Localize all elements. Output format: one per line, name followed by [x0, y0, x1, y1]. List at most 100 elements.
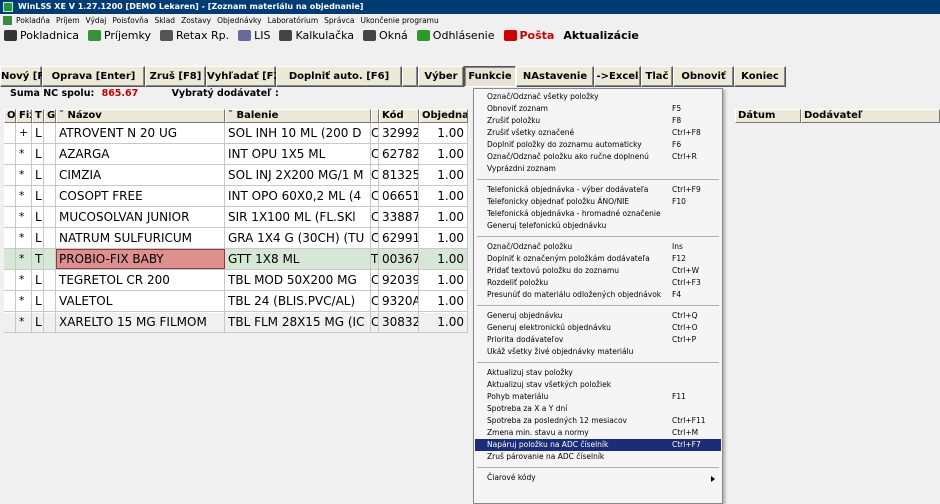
- context-menu-item[interactable]: Telefonická objednávka - hromadné označe…: [475, 208, 721, 220]
- menu-item[interactable]: Zostavy: [181, 16, 211, 25]
- window-title: WinLSS XE V 1.27.1200 [DEMO Lekaren] - […: [18, 2, 364, 11]
- toolbar-button-2[interactable]: Zruš [F8]: [145, 66, 206, 87]
- grid-header[interactable]: ˜ Názov: [56, 109, 225, 123]
- table-row[interactable]: * L TEGRETOL CR 200 TBL MOD 50X200 MG C 92039…: [4, 270, 468, 291]
- quick-receipt-button[interactable]: Príjemky: [87, 27, 151, 45]
- context-menu-label: Napáruj položku na ADC číselník: [487, 440, 609, 449]
- menu-item[interactable]: Ukončenie programu: [360, 16, 438, 25]
- menu-item[interactable]: Príjem: [56, 16, 80, 25]
- context-menu-item[interactable]: Priorita dodávateľov Ctrl+P: [475, 334, 721, 346]
- context-menu-item[interactable]: Označ/Odznač položku ako ručne doplnenú C…: [475, 151, 721, 163]
- grid-header[interactable]: Fix: [16, 109, 32, 123]
- toolbar-button-6[interactable]: Výber: [418, 66, 464, 87]
- context-menu-label: Aktualizuj stav všetkých položiek: [487, 380, 612, 389]
- toolbar-button-11[interactable]: Obnoviť: [673, 66, 734, 87]
- toolbar-button-8[interactable]: NAstavenie: [516, 66, 594, 87]
- context-menu-item[interactable]: Obnoviť zoznam F5: [475, 103, 721, 115]
- context-menu-item[interactable]: Telefonická objednávka - výber dodávateľ…: [475, 184, 721, 196]
- quick-calculator-button[interactable]: Kalkulačka: [279, 27, 354, 45]
- grid-header[interactable]: [371, 109, 379, 123]
- quick-cash-register-button[interactable]: Pokladnica: [4, 27, 79, 45]
- context-menu-label: Zrušiť položku: [487, 116, 541, 125]
- grid-header[interactable]: O: [4, 109, 16, 123]
- context-menu-item[interactable]: Ukáž všetky živé objednávky materiálu: [475, 346, 721, 358]
- context-menu-item[interactable]: Generuj objednávku Ctrl+Q: [475, 310, 721, 322]
- toolbar-button-1[interactable]: Oprava [Enter]: [42, 66, 145, 87]
- context-menu-item[interactable]: Zmena min. stavu a normy Ctrl+M: [475, 427, 721, 439]
- context-menu-item[interactable]: Označ/Odznač položku Ins: [475, 241, 721, 253]
- lis-icon: [238, 30, 252, 41]
- header-supplier[interactable]: Dodávateľ: [801, 109, 940, 123]
- context-menu-item[interactable]: Spotreba za posledných 12 mesiacov Ctrl+F…: [475, 415, 721, 427]
- grid-header[interactable]: Kód: [379, 109, 419, 123]
- context-menu-item[interactable]: Zrušiť všetky označené Ctrl+F8: [475, 127, 721, 139]
- table-row[interactable]: * L AZARGA INT OPU 1X5 ML C 62782 1.00: [4, 144, 468, 165]
- toolbar-button-5[interactable]: [402, 66, 418, 87]
- context-menu-item[interactable]: Označ/Odznač všetky položky: [475, 91, 721, 103]
- context-menu-item[interactable]: Napáruj položku na ADC číselník Ctrl+F7: [475, 439, 721, 451]
- quick-lis-button[interactable]: LIS: [238, 27, 270, 45]
- quick-updates-button[interactable]: Aktualizácie: [563, 27, 638, 45]
- context-menu-item[interactable]: Doplniť položky do zoznamu automaticky F6: [475, 139, 721, 151]
- context-menu-label: Generuj objednávku: [487, 311, 563, 320]
- quick-mail-button[interactable]: Pošta: [503, 27, 554, 45]
- context-menu-item[interactable]: Pridať textovú položku do zoznamu Ctrl+W: [475, 265, 721, 277]
- context-menu-item[interactable]: Aktualizuj stav všetkých položiek: [475, 379, 721, 391]
- toolbar-button-12[interactable]: Koniec: [734, 66, 786, 87]
- cell-t: L: [32, 165, 44, 185]
- quick-retax-button[interactable]: Retax Rp.: [159, 27, 229, 45]
- context-menu-item[interactable]: Generuj elektronickú objednávku Ctrl+O: [475, 322, 721, 334]
- context-menu-item[interactable]: Rozdeliť položku Ctrl+F3: [475, 277, 721, 289]
- context-menu-item[interactable]: Spotreba za X a Y dní: [475, 403, 721, 415]
- menu-item[interactable]: Poisťovňa: [112, 16, 148, 25]
- context-menu-item[interactable]: Zrušiť položku F8: [475, 115, 721, 127]
- cell-t: L: [32, 144, 44, 164]
- context-menu-item[interactable]: Vyprázdni zoznam: [475, 163, 721, 175]
- grid-header[interactable]: T: [32, 109, 44, 123]
- table-row[interactable]: * L XARELTO 15 MG FILMOM TBL FLM 28X15 MG (…: [4, 312, 468, 333]
- grid-header[interactable]: ˜ Balenie: [225, 109, 371, 123]
- context-menu-item[interactable]: Zruš párovanie na ADC číselník: [475, 451, 721, 463]
- toolbar-button-7[interactable]: Funkcie: [464, 66, 516, 87]
- cell-c: C: [371, 144, 379, 164]
- context-menu-item[interactable]: Pohyb materiálu F11: [475, 391, 721, 403]
- context-menu-item[interactable]: Čiarové kódy: [475, 472, 721, 484]
- table-row[interactable]: * L NATRUM SULFURICUM GRA 1X4 G (30CH) (TU C…: [4, 228, 468, 249]
- toolbar-button-0[interactable]: Nový [F3]: [0, 66, 56, 87]
- toolbar-button-9[interactable]: ->Excel: [594, 66, 641, 87]
- context-menu-shortcut: F5: [672, 104, 682, 113]
- cell-code: 81325: [379, 165, 419, 185]
- context-menu-item[interactable]: Aktualizuj stav položky: [475, 367, 721, 379]
- context-menu-item[interactable]: Doplniť k označeným položkám dodávateľa F…: [475, 253, 721, 265]
- table-row[interactable]: * L VALETOL TBL 24 (BLIS.PVC/AL) C 9320A 1.00: [4, 291, 468, 312]
- context-menu-item[interactable]: Telefonicky objednať položku ÁNO/NIE F10: [475, 196, 721, 208]
- quick-windows-button[interactable]: Okná: [363, 27, 408, 45]
- menu-item[interactable]: Výdaj: [86, 16, 107, 25]
- toolbar-button-10[interactable]: Tlač: [641, 66, 673, 87]
- cell-g: [44, 291, 56, 311]
- grid-header[interactable]: G: [44, 109, 56, 123]
- table-row[interactable]: * T PROBIO-FIX BABY GTT 1X8 ML T 00367 1.00: [4, 249, 468, 270]
- materials-grid[interactable]: OFixTG˜ Názov˜ Balenie KódObjednať+LATROV…: [4, 109, 468, 333]
- menu-item[interactable]: Správca: [324, 16, 354, 25]
- header-date[interactable]: Dátum: [735, 109, 801, 123]
- menu-item[interactable]: Objednávky: [217, 16, 261, 25]
- menu-item[interactable]: Laboratórium: [268, 16, 319, 25]
- quick-logout-button[interactable]: Odhlásenie: [416, 27, 495, 45]
- context-menu-item[interactable]: Generuj telefonickú objednávku: [475, 220, 721, 232]
- grid-header[interactable]: Objednať: [419, 109, 468, 123]
- menu-app-icon: [3, 16, 12, 25]
- table-row[interactable]: * L COSOPT FREE INT OPO 60X0,2 ML (4 C 06651 1…: [4, 186, 468, 207]
- context-menu-shortcut: Ctrl+F3: [672, 278, 701, 287]
- menu-item[interactable]: Pokladňa: [16, 16, 50, 25]
- menu-item[interactable]: Sklad: [155, 16, 176, 25]
- cell-name: ATROVENT N 20 UG: [56, 123, 225, 143]
- toolbar-button-3[interactable]: Vyhľadať [F2]: [206, 66, 285, 87]
- cell-pack: GRA 1X4 G (30CH) (TU: [225, 228, 371, 248]
- table-row[interactable]: * L MUCOSOLVAN JUNIOR SIR 1X100 ML (FL.SKl C…: [4, 207, 468, 228]
- context-menu-item[interactable]: Presunúť do materiálu odložených objedná…: [475, 289, 721, 301]
- context-menu-label: Priorita dodávateľov: [487, 335, 564, 344]
- toolbar-button-4[interactable]: Doplniť auto. [F6]: [276, 66, 402, 87]
- table-row[interactable]: + L ATROVENT N 20 UG SOL INH 10 ML (200 DC3…: [4, 123, 468, 144]
- table-row[interactable]: * L CIMZIA SOL INJ 2X200 MG/1 M C 81325 1.00: [4, 165, 468, 186]
